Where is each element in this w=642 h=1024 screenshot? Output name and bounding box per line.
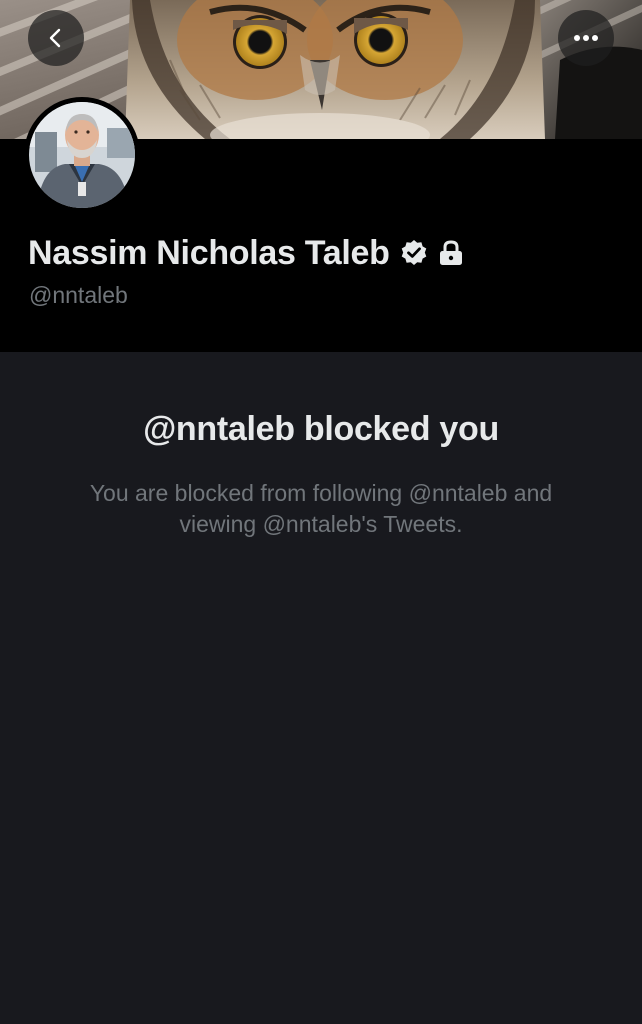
back-button[interactable] <box>28 10 84 66</box>
display-name: Nassim Nicholas Taleb <box>28 233 390 272</box>
more-options-button[interactable] <box>558 10 614 66</box>
more-horizontal-icon <box>574 35 598 41</box>
blocked-message: You are blocked from following @nntaleb … <box>89 480 553 537</box>
profile-handle: @nntaleb <box>29 282 128 308</box>
avatar-photo <box>29 102 135 208</box>
display-name-row: Nassim Nicholas Taleb <box>28 232 464 274</box>
avatar[interactable] <box>29 102 135 208</box>
blocked-title: @nntaleb blocked you <box>143 410 499 448</box>
chevron-left-icon <box>49 28 61 48</box>
avatar-frame <box>24 97 140 213</box>
profile-screen: Nassim Nicholas Taleb @nntaleb @nntaleb … <box>0 0 642 1024</box>
lock-icon <box>438 239 464 267</box>
verified-badge-icon <box>400 239 428 267</box>
